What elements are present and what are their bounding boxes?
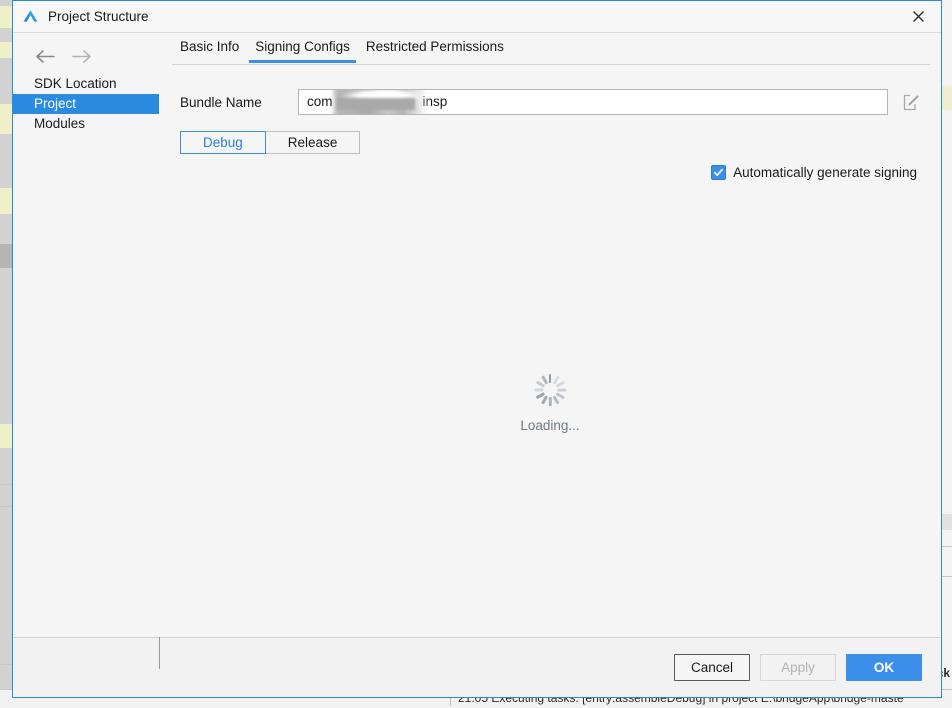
dialog-body: SDK Location Project Modules Basic Info … <box>13 33 941 669</box>
tab-restricted-permissions[interactable]: Restricted Permissions <box>358 33 512 63</box>
dialog-title: Project Structure <box>48 9 149 24</box>
apply-button[interactable]: Apply <box>760 654 836 681</box>
dialog-content: Basic Info Signing Configs Restricted Pe… <box>159 33 941 637</box>
auto-generate-signing-checkbox[interactable] <box>711 165 727 180</box>
sidebar-item-sdk-location[interactable]: SDK Location <box>13 74 159 94</box>
editor-band <box>941 514 952 530</box>
tab-signing-configs[interactable]: Signing Configs <box>247 33 358 63</box>
gutter-highlight-mark <box>0 188 12 214</box>
loading-indicator: Loading... <box>159 373 941 433</box>
editor-right-strip[interactable] <box>941 0 952 708</box>
auto-generate-signing-checkbox-row[interactable]: Automatically generate signing <box>711 165 917 180</box>
dialog-titlebar: Project Structure <box>13 1 941 33</box>
gutter-highlight-mark <box>0 42 12 58</box>
editor-divider <box>941 546 952 547</box>
arrow-left-icon[interactable] <box>34 46 56 66</box>
bundle-name-row: Bundle Name com insp <box>180 89 941 115</box>
close-icon[interactable] <box>895 1 941 32</box>
edit-pencil-icon[interactable] <box>900 91 922 113</box>
gutter-highlight-mark <box>941 86 952 110</box>
gutter-highlight-mark <box>0 6 12 28</box>
tab-basic-info[interactable]: Basic Info <box>172 33 247 63</box>
dialog-footer: Cancel Apply OK <box>13 637 941 697</box>
tabstrip-underline <box>172 64 930 65</box>
deveco-logo-icon <box>22 8 39 25</box>
build-variant-toggle: Debug Release <box>180 131 361 154</box>
auto-generate-signing-label: Automatically generate signing <box>733 165 917 180</box>
build-variant-release-button[interactable]: Release <box>264 131 361 154</box>
editor-divider <box>941 576 952 577</box>
gutter-highlight-mark <box>0 104 12 134</box>
arrow-right-icon[interactable] <box>70 46 92 66</box>
ok-button[interactable]: OK <box>846 654 922 681</box>
scrollbar-thumb[interactable] <box>0 244 12 268</box>
gutter-highlight-mark <box>0 424 12 448</box>
bundle-name-value-prefix: com <box>307 94 333 109</box>
sidebar-item-modules[interactable]: Modules <box>13 114 159 134</box>
bundle-name-input[interactable]: com insp <box>298 89 888 115</box>
build-variant-debug-button[interactable]: Debug <box>180 131 266 154</box>
spinner-icon <box>533 373 567 407</box>
sidebar-item-project[interactable]: Project <box>13 94 159 114</box>
project-structure-dialog: Project Structure SDK Location Project M… <box>12 0 942 698</box>
redaction-bar <box>337 98 415 110</box>
cancel-button[interactable]: Cancel <box>674 654 750 681</box>
bundle-name-label: Bundle Name <box>180 94 262 110</box>
gutter-divider <box>0 484 12 485</box>
editor-scrollbar-gutter[interactable] <box>0 0 12 708</box>
gutter-divider <box>0 506 12 507</box>
dialog-sidebar: SDK Location Project Modules <box>13 33 160 669</box>
nav-arrows <box>13 46 159 66</box>
loading-text: Loading... <box>520 418 580 433</box>
gutter-divider <box>0 664 12 665</box>
tabstrip: Basic Info Signing Configs Restricted Pe… <box>159 33 941 63</box>
checkmark-icon <box>714 168 724 177</box>
